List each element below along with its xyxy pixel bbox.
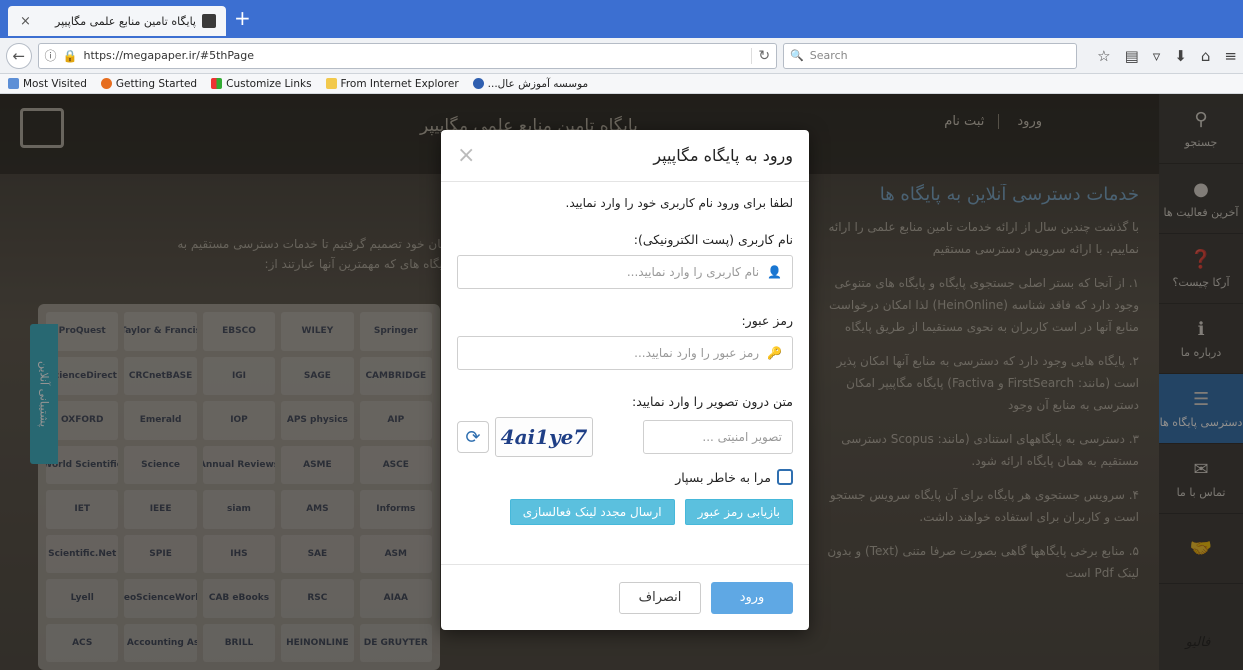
back-arrow-icon: ← [12, 46, 26, 65]
captcha-row: ⟳ 4ai1ye7 [457, 417, 793, 457]
username-field[interactable]: 👤 [457, 255, 793, 289]
firefox-icon [100, 78, 112, 89]
key-icon: 🔑 [767, 346, 782, 360]
captcha-box: ⟳ 4ai1ye7 [457, 417, 593, 457]
search-icon: 🔍 [790, 49, 804, 62]
page-content: پایگاه تامین منابع علمی مگاپیپر ورود ثبت… [0, 94, 1243, 670]
url-text[interactable]: https://megapaper.ir/#5thPage [83, 49, 745, 62]
close-icon[interactable]: × [457, 143, 475, 168]
tab-title: پایگاه تامین منابع علمی مگاپیپر [55, 14, 196, 28]
refresh-icon[interactable]: ⟳ [457, 421, 489, 453]
modal-title: ورود به پایگاه مگاپیپر [653, 146, 793, 165]
login-instruction: لطفا برای ورود نام کاربری خود را وارد نم… [565, 196, 793, 210]
bookmark-institute[interactable]: ...موسسه آموزش عال [472, 78, 588, 90]
bookmark-icon [8, 78, 19, 89]
reading-list-icon[interactable]: ▤ [1125, 47, 1139, 65]
remember-me[interactable]: مرا به خاطر بسپار [457, 469, 793, 485]
tab-close-icon[interactable]: × [20, 14, 31, 29]
folder-icon [325, 78, 337, 89]
download-icon[interactable]: ⬇ [1174, 47, 1187, 65]
lock-icon: 🔒 [62, 48, 78, 63]
bookmark-from-ie[interactable]: From Internet Explorer [325, 78, 459, 90]
back-button[interactable]: ← [6, 42, 32, 69]
pocket-icon[interactable]: ▿ [1153, 47, 1161, 65]
user-icon: 👤 [767, 265, 782, 279]
captcha-label: متن درون تصویر را وارد نمایید: [632, 394, 793, 409]
password-input[interactable] [468, 346, 760, 360]
bookmark-star-icon[interactable]: ☆ [1097, 47, 1110, 65]
login-button[interactable]: ورود [711, 581, 793, 614]
captcha-image: 4ai1ye7 [495, 417, 593, 457]
bookmarks-toolbar: Most Visited Getting Started Customize L… [0, 74, 1243, 94]
login-modal: ورود به پایگاه مگاپیپر × لطفا برای ورود … [441, 130, 809, 630]
cancel-button[interactable]: انصراف [619, 581, 701, 614]
resend-activation-button[interactable]: ارسال مجدد لینک فعالسازی [509, 499, 675, 525]
browser-tab-bar: پایگاه تامین منابع علمی مگاپیپر × + [0, 0, 1243, 38]
info-icon[interactable]: ⓘ [45, 47, 57, 64]
username-input[interactable] [468, 265, 760, 279]
bookmark-most-visited[interactable]: Most Visited [8, 78, 87, 90]
new-tab-button[interactable]: + [234, 6, 251, 30]
site-favicon-icon [202, 14, 216, 28]
modal-body: لطفا برای ورود نام کاربری خود را وارد نم… [441, 182, 809, 525]
browser-tab[interactable]: پایگاه تامین منابع علمی مگاپیپر × [8, 6, 226, 36]
modal-header: ورود به پایگاه مگاپیپر × [441, 130, 809, 182]
menu-icon[interactable]: ≡ [1224, 47, 1237, 65]
windows-icon [211, 78, 223, 89]
navigation-bar: ← ⓘ 🔒 https://megapaper.ir/#5thPage ↻ 🔍 … [0, 38, 1243, 74]
search-placeholder: Search [809, 49, 848, 62]
browser-search-input[interactable]: 🔍 Search [783, 42, 1078, 69]
home-icon[interactable]: ⌂ [1201, 47, 1211, 65]
account-links: بازیابی رمز عبور ارسال مجدد لینک فعالساز… [457, 499, 793, 525]
password-field[interactable]: 🔑 [457, 336, 793, 370]
bookmark-customize-links[interactable]: Customize Links [211, 78, 312, 90]
username-label: نام کاربری (پست الکترونیکی): [633, 232, 793, 247]
remember-label: مرا به خاطر بسپار [675, 469, 771, 485]
url-bar[interactable]: ⓘ 🔒 https://megapaper.ir/#5thPage ↻ [37, 42, 778, 69]
recover-password-button[interactable]: بازیابی رمز عبور [684, 499, 793, 525]
captcha-input[interactable] [643, 420, 793, 454]
remember-checkbox[interactable] [777, 469, 793, 485]
site-icon [472, 78, 484, 89]
bookmark-getting-started[interactable]: Getting Started [100, 78, 197, 90]
password-label: رمز عبور: [741, 313, 793, 328]
modal-footer: ورود انصراف [441, 564, 809, 630]
reload-icon[interactable]: ↻ [751, 47, 770, 64]
